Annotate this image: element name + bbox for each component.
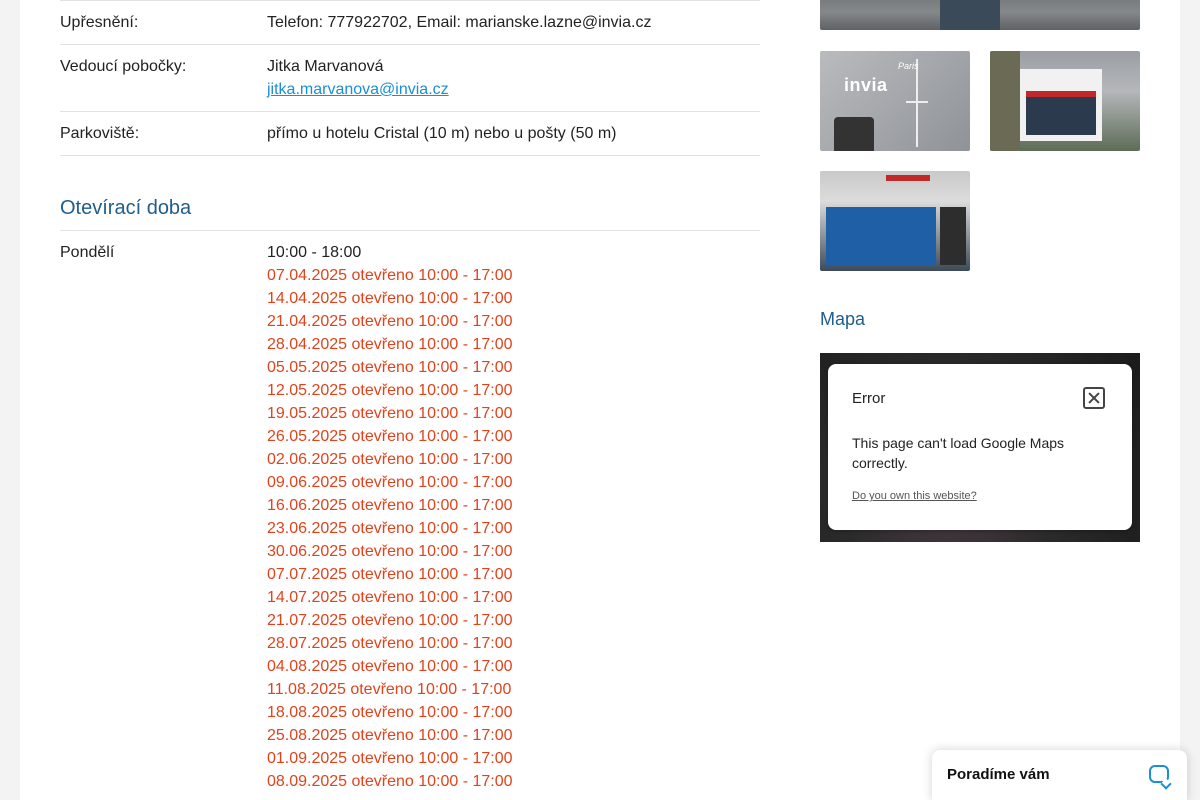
exception-item: 02.06.2025 otevřeno 10:00 - 17:00 [267,451,513,468]
opening-hours-title: Otevírací doba [60,156,760,231]
exception-item: 14.07.2025 otevřeno 10:00 - 17:00 [267,589,513,606]
manager-email-link[interactable]: jitka.marvanova@invia.cz [267,81,449,98]
exception-item: 21.07.2025 otevřeno 10:00 - 17:00 [267,612,513,629]
branch-photo[interactable]: invia Paris [820,51,970,151]
error-title: Error [852,390,886,407]
detail-value: Telefon: 777922702, Email: marianske.laz… [267,14,652,31]
tree-shape [990,51,1020,151]
exception-item: 07.04.2025 otevřeno 10:00 - 17:00 [267,267,513,284]
detail-value-group: Jitka Marvanová jitka.marvanova@invia.cz [267,55,760,101]
detail-label: Parkoviště: [60,125,140,142]
map-title: Mapa [820,309,866,329]
wall-script: Paris [898,61,919,71]
hours-values: 10:00 - 18:00 07.04.2025 otevřeno 10:00 … [267,241,760,793]
branch-info: Upřesnění: Telefon: 777922702, Email: ma… [60,0,760,793]
exception-item: 12.05.2025 otevřeno 10:00 - 17:00 [267,382,513,399]
detail-value: přímo u hotelu Cristal (10 m) nebo u poš… [267,125,617,142]
opening-hours-row: Pondělí 10:00 - 18:00 07.04.2025 otevřen… [60,231,760,793]
storefront-window [1026,97,1096,135]
storefront-door [940,207,966,265]
exception-item: 07.07.2025 otevřeno 10:00 - 17:00 [267,566,513,583]
storefront-sign [886,175,930,181]
detail-label: Upřesnění: [60,14,139,31]
exception-item: 21.04.2025 otevřeno 10:00 - 17:00 [267,313,513,330]
map-error-dialog: Error This page can't load Google Maps c… [828,364,1132,530]
branch-photo[interactable] [820,0,1140,30]
exception-item: 01.09.2025 otevřeno 10:00 - 17:00 [267,750,513,767]
exception-item: 08.09.2025 otevřeno 10:00 - 17:00 [267,773,513,790]
exception-item: 11.08.2025 otevřeno 10:00 - 17:00 [267,681,512,698]
exception-item: 30.06.2025 otevřeno 10:00 - 17:00 [267,543,513,560]
close-icon[interactable] [1083,387,1105,409]
exception-item: 19.05.2025 otevřeno 10:00 - 17:00 [267,405,513,422]
exception-item: 25.08.2025 otevřeno 10:00 - 17:00 [267,727,513,744]
exception-item: 05.05.2025 otevřeno 10:00 - 17:00 [267,359,513,376]
chat-label: Poradíme vám [947,766,1050,783]
page-content: Upřesnění: Telefon: 777922702, Email: ma… [20,0,1180,800]
chair-shape [834,117,874,151]
detail-row-manager: Vedoucí pobočky: Jitka Marvanová jitka.m… [60,45,760,112]
exception-item: 14.04.2025 otevřeno 10:00 - 17:00 [267,290,513,307]
eiffel-tower-shape [906,101,928,103]
regular-hours: 10:00 - 18:00 [267,244,362,261]
exception-item: 23.06.2025 otevřeno 10:00 - 17:00 [267,520,513,537]
exception-item: 18.08.2025 otevřeno 10:00 - 17:00 [267,704,513,721]
exception-item: 28.07.2025 otevřeno 10:00 - 17:00 [267,635,513,652]
chat-bubble-icon [1149,765,1169,783]
error-message: This page can't load Google Maps correct… [852,435,1065,471]
own-website-link[interactable]: Do you own this website? [852,490,977,502]
exception-list: 07.04.2025 otevřeno 10:00 - 17:00 14.04.2… [267,264,760,793]
branch-photo[interactable] [990,51,1140,151]
detail-label: Vedoucí pobočky: [60,58,187,75]
detail-row-note: Upřesnění: Telefon: 777922702, Email: ma… [60,0,760,45]
branch-photo[interactable] [820,171,970,271]
chat-widget-button[interactable]: Poradíme vám [932,750,1187,800]
detail-row-parking: Parkoviště: přímo u hotelu Cristal (10 m… [60,112,760,156]
map-embed[interactable]: Error This page can't load Google Maps c… [820,353,1140,542]
storefront-window [826,207,936,265]
exception-item: 04.08.2025 otevřeno 10:00 - 17:00 [267,658,513,675]
eiffel-tower-shape [916,59,918,147]
exception-item: 26.05.2025 otevřeno 10:00 - 17:00 [267,428,513,445]
exception-item: 16.06.2025 otevřeno 10:00 - 17:00 [267,497,513,514]
exception-item: 28.04.2025 otevřeno 10:00 - 17:00 [267,336,513,353]
invia-logo: invia [844,75,888,95]
manager-name: Jitka Marvanová [267,58,384,75]
day-label: Pondělí [60,244,115,261]
exception-item: 09.06.2025 otevřeno 10:00 - 17:00 [267,474,513,491]
